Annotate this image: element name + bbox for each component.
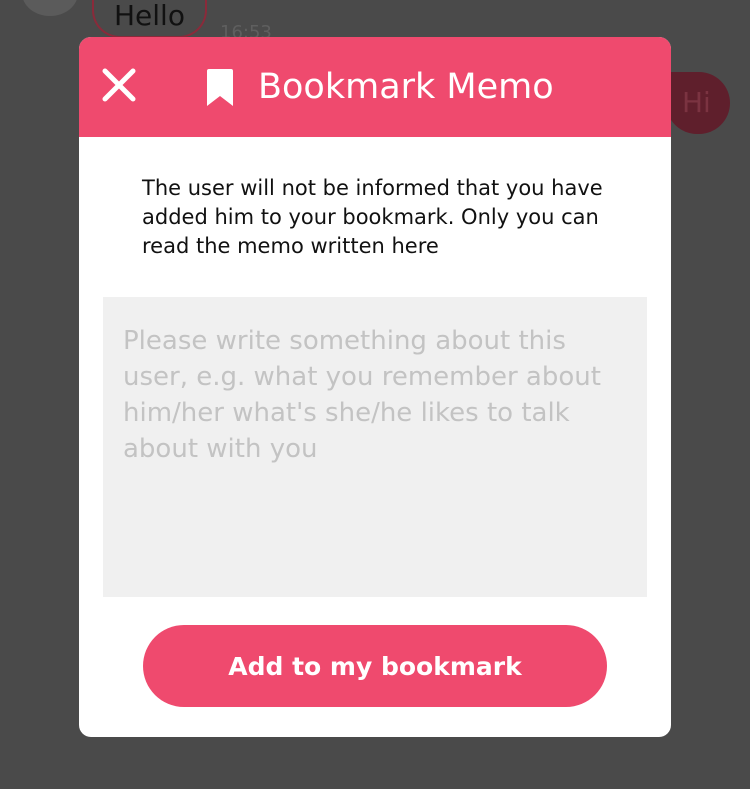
memo-input[interactable]: [103, 297, 647, 597]
dialog-description: The user will not be informed that you h…: [142, 176, 603, 258]
contact-avatar: [22, 0, 78, 16]
outgoing-message-bubble: Hi: [666, 72, 730, 134]
bookmark-memo-dialog: Bookmark Memo The user will not be infor…: [79, 37, 671, 737]
add-to-bookmark-button[interactable]: Add to my bookmark: [143, 625, 607, 707]
bookmark-icon: [205, 68, 235, 108]
dialog-title: Bookmark Memo: [258, 67, 554, 107]
close-icon[interactable]: [99, 65, 139, 105]
dialog-header: Bookmark Memo: [79, 37, 671, 137]
chat-screen: Hello 16:53 Hi Bookmark Memo The user wi…: [0, 0, 750, 789]
incoming-message-bubble: Hello: [92, 0, 207, 38]
